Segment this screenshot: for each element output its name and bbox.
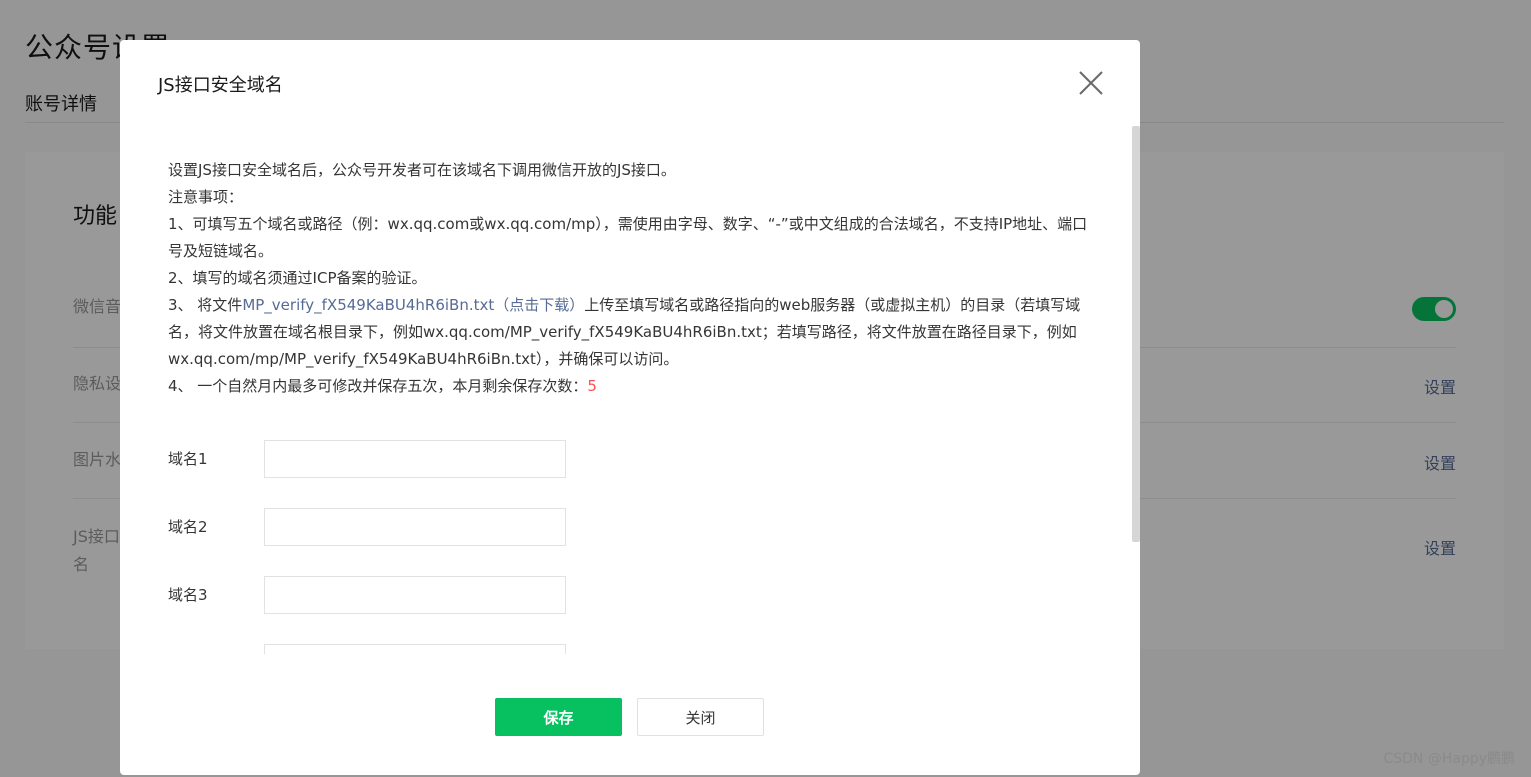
dialog-title: JS接口安全域名 (158, 75, 283, 96)
desc-intro: 设置JS接口安全域名后，公众号开发者可在该域名下调用微信开放的JS接口。 (168, 161, 676, 179)
domain-field-2: 域名2 (168, 508, 568, 546)
dialog-footer: 保存 关闭 (120, 698, 1140, 738)
domain-input-4[interactable] (264, 644, 566, 654)
dialog-body: 设置JS接口安全域名后，公众号开发者可在该域名下调用微信开放的JS接口。 注意事… (120, 126, 1132, 654)
verify-file-download-link[interactable]: MP_verify_fX549KaBU4hR6iBn.txt（点击下载） (242, 296, 584, 314)
note-1: 1、可填写五个域名或路径（例：wx.qq.com或wx.qq.com/mp），需… (168, 215, 1088, 260)
remaining-count: 5 (587, 377, 597, 395)
note-3-prefix: 3、 将文件 (168, 296, 243, 314)
dialog-scrollbar[interactable] (1132, 126, 1140, 542)
description: 设置JS接口安全域名后，公众号开发者可在该域名下调用微信开放的JS接口。 注意事… (168, 157, 1088, 400)
js-domain-dialog: JS接口安全域名 设置JS接口安全域名后，公众号开发者可在该域名下调用微信开放的… (120, 40, 1140, 775)
save-button[interactable]: 保存 (495, 698, 622, 736)
note-3: 3、 将文件MP_verify_fX549KaBU4hR6iBn.txt（点击下… (168, 292, 1088, 373)
close-icon[interactable] (1078, 70, 1104, 96)
watermark: CSDN @Happy鹏鹏 (1383, 751, 1515, 767)
note-4: 4、 一个自然月内最多可修改并保存五次，本月剩余保存次数：5 (168, 373, 1088, 400)
domain-label-2: 域名2 (168, 518, 208, 536)
domain-field-3: 域名3 (168, 576, 568, 614)
note-2: 2、填写的域名须通过ICP备案的验证。 (168, 269, 427, 287)
domain-input-2[interactable] (264, 508, 566, 546)
note-4-prefix: 4、 一个自然月内最多可修改并保存五次，本月剩余保存次数： (168, 377, 588, 395)
domain-label-3: 域名3 (168, 586, 208, 604)
domain-label-1: 域名1 (168, 450, 208, 468)
domain-field-4-partial (168, 644, 568, 654)
notes-title: 注意事项： (168, 188, 244, 206)
domain-input-1[interactable] (264, 440, 566, 478)
close-button[interactable]: 关闭 (637, 698, 764, 736)
domain-field-1: 域名1 (168, 440, 568, 478)
domain-input-3[interactable] (264, 576, 566, 614)
